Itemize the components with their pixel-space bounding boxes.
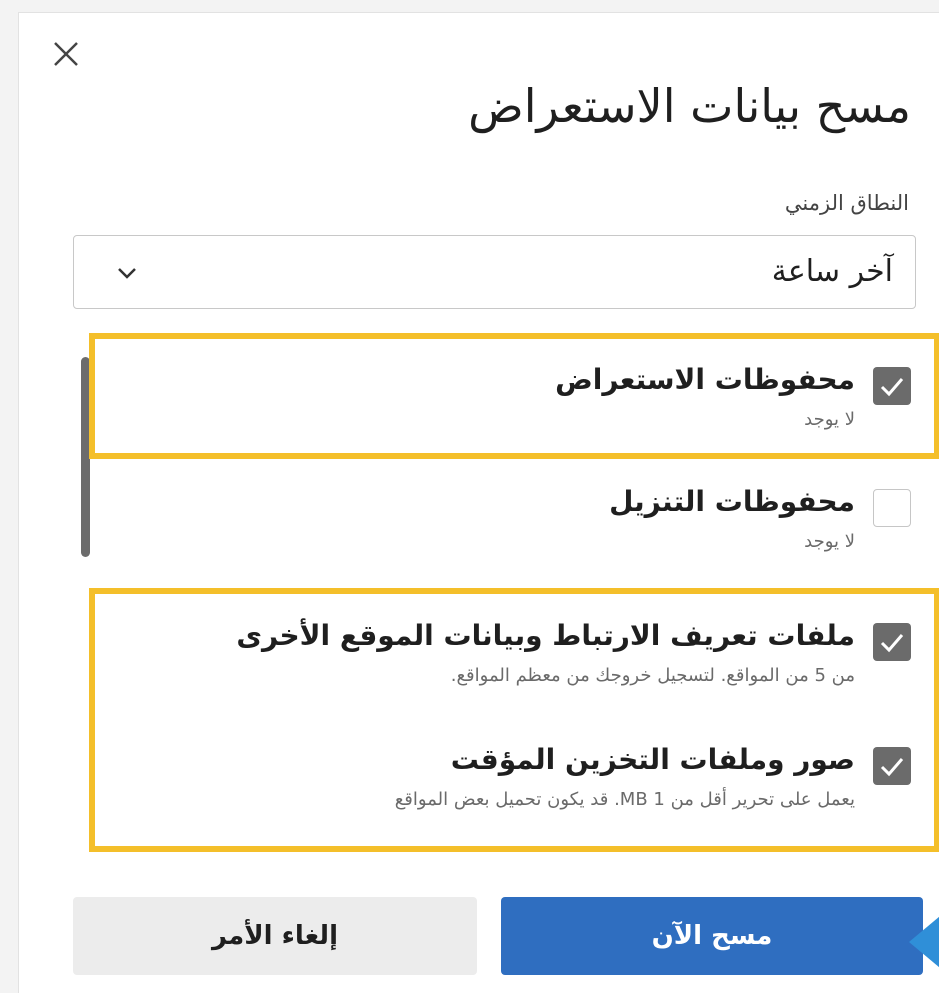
clear-now-button[interactable]: مسح الآن xyxy=(501,897,923,975)
option-subtitle: لا يوجد xyxy=(804,409,855,430)
time-range-label: النطاق الزمني xyxy=(784,191,909,215)
option-title: صور وملفات التخزين المؤقت xyxy=(450,743,855,776)
check-icon xyxy=(880,758,904,777)
cache-checkbox[interactable] xyxy=(873,747,911,785)
option-cached-images-files[interactable]: صور وملفات التخزين المؤقت يعمل على تحرير… xyxy=(111,743,911,823)
check-icon xyxy=(880,634,904,653)
option-title: محفوظات الاستعراض xyxy=(555,363,855,396)
close-icon xyxy=(54,42,78,66)
browsing-history-checkbox[interactable] xyxy=(873,367,911,405)
close-button[interactable] xyxy=(47,35,87,75)
download-history-checkbox[interactable] xyxy=(873,489,911,527)
clear-browsing-data-dialog: مسح بيانات الاستعراض النطاق الزمني آخر س… xyxy=(18,12,939,993)
scrollbar-thumb[interactable] xyxy=(81,357,90,557)
option-subtitle: لا يوجد xyxy=(804,531,855,552)
option-cookies-site-data[interactable]: ملفات تعريف الارتباط وبيانات الموقع الأخ… xyxy=(111,619,911,699)
option-download-history[interactable]: محفوظات التنزيل لا يوجد xyxy=(111,485,911,565)
dialog-title: مسح بيانات الاستعراض xyxy=(468,79,911,133)
option-browsing-history[interactable]: محفوظات الاستعراض لا يوجد xyxy=(111,363,911,443)
option-subtitle: يعمل على تحرير أقل من 1 MB. قد يكون تحمي… xyxy=(394,789,855,810)
cancel-button[interactable]: إلغاء الأمر xyxy=(73,897,477,975)
option-title: ملفات تعريف الارتباط وبيانات الموقع الأخ… xyxy=(236,619,855,652)
chevron-down-icon xyxy=(118,268,136,279)
check-icon xyxy=(880,378,904,397)
cookies-checkbox[interactable] xyxy=(873,623,911,661)
option-title: محفوظات التنزيل xyxy=(609,485,855,518)
option-subtitle: من 5 من المواقع. لتسجيل خروجك من معظم ال… xyxy=(450,665,855,686)
time-range-dropdown[interactable]: آخر ساعة xyxy=(73,235,916,309)
time-range-value: آخر ساعة xyxy=(771,254,893,289)
